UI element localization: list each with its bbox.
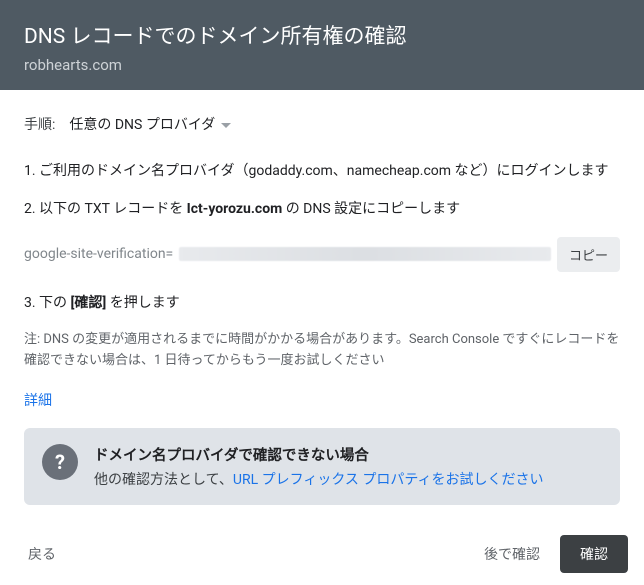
- dialog-footer: 戻る 後で確認 確認: [0, 523, 644, 585]
- provider-selected: 任意の DNS プロバイダ: [69, 114, 215, 134]
- dialog-content: 手順: 任意の DNS プロバイダ 1. ご利用のドメイン名プロバイダ（goda…: [0, 90, 644, 529]
- note-text: 注: DNS の変更が適用されるまでに時間がかかる場合があります。Search …: [24, 330, 620, 372]
- provider-select[interactable]: 任意の DNS プロバイダ: [69, 114, 231, 134]
- dialog-header: DNS レコードでのドメイン所有権の確認 robhearts.com: [0, 0, 644, 90]
- provider-row: 手順: 任意の DNS プロバイダ: [24, 114, 620, 134]
- help-icon: ?: [42, 444, 78, 480]
- alt-title: ドメイン名プロバイダで確認できない場合: [94, 444, 544, 465]
- back-button[interactable]: 戻る: [16, 536, 68, 572]
- copy-button[interactable]: コピー: [557, 237, 620, 272]
- domain-name: robhearts.com: [24, 56, 620, 74]
- step-2: 2. 以下の TXT レコードを Ict-yorozu.com の DNS 設定…: [24, 198, 620, 220]
- dialog-title: DNS レコードでのドメイン所有権の確認: [24, 20, 620, 50]
- step-1: 1. ご利用のドメイン名プロバイダ（godaddy.com、namecheap.…: [24, 160, 620, 182]
- confirm-button[interactable]: 確認: [560, 535, 628, 573]
- details-link[interactable]: 詳細: [24, 390, 52, 410]
- token-prefix: google-site-verification=: [24, 246, 173, 262]
- token-value-obscured[interactable]: [179, 247, 551, 261]
- chevron-down-icon: [221, 116, 231, 132]
- url-prefix-link[interactable]: URL プレフィックス プロパティをお試しください: [233, 472, 544, 488]
- provider-label: 手順:: [24, 114, 55, 134]
- alt-body: 他の確認方法として、URL プレフィックス プロパティをお試しください: [94, 469, 544, 489]
- verification-token-row: google-site-verification= コピー: [24, 237, 620, 272]
- later-button[interactable]: 後で確認: [472, 535, 552, 573]
- steps-list-2: 3. 下の [確認] を押します: [24, 292, 620, 314]
- alt-text: ドメイン名プロバイダで確認できない場合 他の確認方法として、URL プレフィック…: [94, 444, 544, 489]
- alternative-box: ? ドメイン名プロバイダで確認できない場合 他の確認方法として、URL プレフィ…: [24, 428, 620, 505]
- step-3: 3. 下の [確認] を押します: [24, 292, 620, 314]
- steps-list: 1. ご利用のドメイン名プロバイダ（godaddy.com、namecheap.…: [24, 160, 620, 221]
